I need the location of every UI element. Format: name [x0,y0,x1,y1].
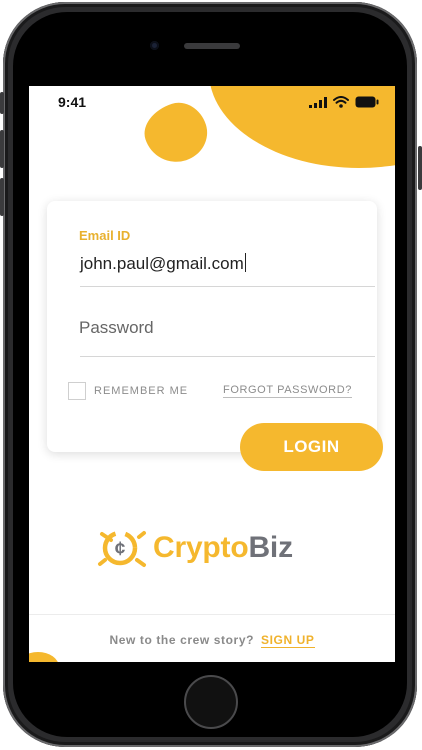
signup-prompt: New to the crew story? SIGN UP [29,633,395,648]
status-icons [309,96,379,108]
volume-down-button [0,178,4,216]
login-card: Email ID john.paul@gmail.com Password RE… [47,201,377,452]
svg-text:¢: ¢ [115,539,126,560]
footer-divider [29,614,395,615]
mute-switch [0,92,4,114]
battery-icon [355,96,379,108]
brand-name-biz: Biz [248,531,293,564]
password-field[interactable]: Password [79,318,154,338]
wifi-icon [333,96,349,108]
forgot-password-link[interactable]: FORGOT PASSWORD? [223,384,352,398]
email-underline [80,286,375,287]
email-label: Email ID [79,228,131,243]
remember-me-label[interactable]: REMEMBER ME [94,385,188,397]
cryptobiz-logo: ¢ CryptoBiz [97,526,293,570]
decorative-blob-small [137,95,215,171]
crypto-coin-icon: ¢ [98,530,146,567]
front-camera [150,41,159,50]
earpiece-speaker [184,43,240,49]
text-cursor [244,253,246,272]
email-value: john.paul@gmail.com [80,254,244,273]
brand-name: CryptoBiz [153,531,293,565]
remember-me-checkbox[interactable] [68,382,86,400]
login-button[interactable]: LOGIN [240,423,383,471]
power-button [418,146,422,190]
app-screen: 9:41 Email ID john.paul@gmail.com Passwo… [29,86,395,662]
email-field[interactable]: john.paul@gmail.com [80,253,246,274]
signal-icon [309,96,327,108]
status-time: 9:41 [58,94,87,110]
brand-name-crypto: Crypto [153,531,249,564]
signup-link[interactable]: SIGN UP [260,633,315,648]
home-button[interactable] [184,675,238,729]
decorative-blob-bottom [29,652,59,662]
volume-up-button [0,130,4,168]
password-underline [80,356,375,357]
signup-question: New to the crew story? [109,633,255,647]
